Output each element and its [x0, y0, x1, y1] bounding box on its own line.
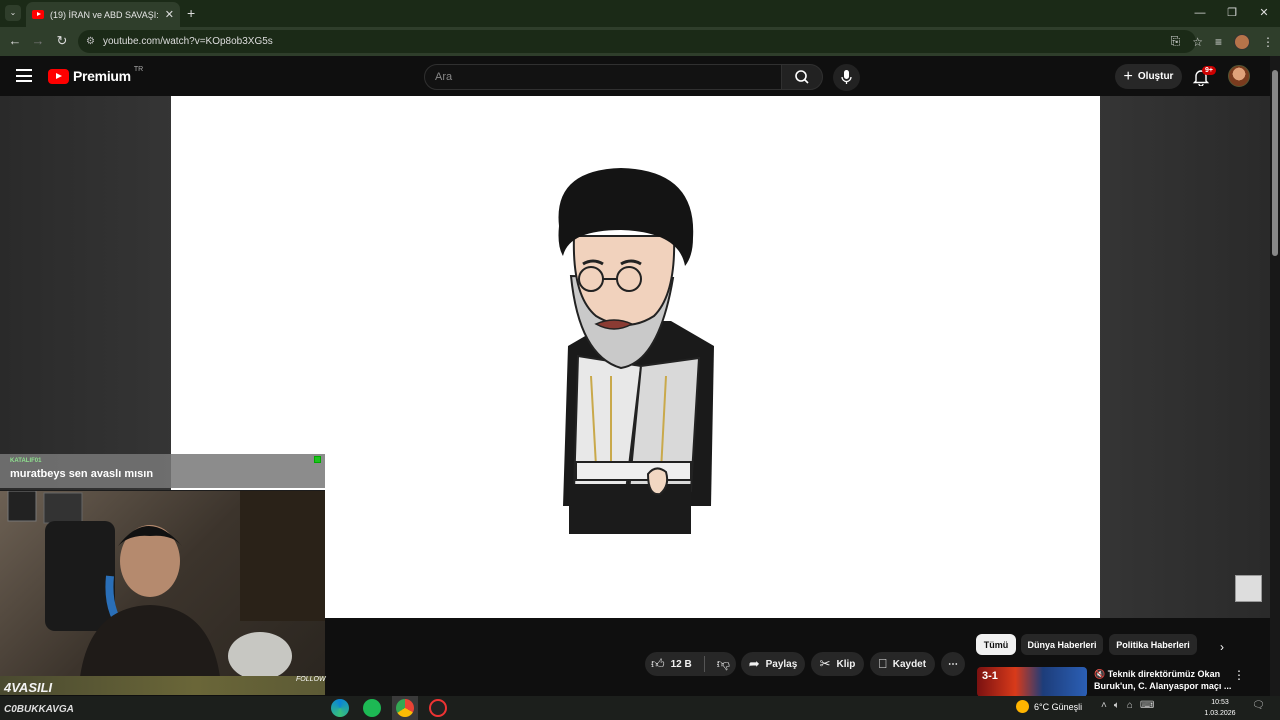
- more-actions-button[interactable]: ⋯: [941, 652, 965, 676]
- sun-icon: [1016, 700, 1029, 713]
- bookmark-icon: ⎕: [878, 656, 887, 671]
- streamer-webcam: [0, 490, 325, 676]
- save-label: Kaydet: [892, 658, 927, 670]
- chip-world-news[interactable]: Dünya Haberleri: [1021, 634, 1103, 655]
- toolbar-right: ⎘ ☆ ≡ ⋮: [1171, 30, 1274, 53]
- plus-icon: +: [1123, 67, 1133, 85]
- create-label: Oluştur: [1137, 71, 1174, 82]
- more-vertical-icon[interactable]: ⋮: [1233, 668, 1245, 682]
- browser-toolbar: ← → ↻ ⚙ youtube.com/watch?v=KOp8ob3XG5s …: [0, 27, 1280, 56]
- recommendation-thumbnail[interactable]: 3-1: [977, 667, 1087, 697]
- system-tray: ˄ 🔈︎ ⌂ ⌨: [1101, 700, 1154, 711]
- miniplayer-thumbnail[interactable]: [1235, 575, 1262, 602]
- account-avatar[interactable]: [1228, 65, 1250, 87]
- chrome-menu-icon[interactable]: ⋮: [1262, 35, 1274, 49]
- minimize-button[interactable]: —: [1184, 0, 1216, 27]
- taskbar-clock[interactable]: 10:53 1.03.2026: [1200, 697, 1240, 719]
- keyboard-icon[interactable]: ⌨: [1140, 700, 1154, 711]
- like-dislike-group: 👍︎ 12 B 👎︎: [645, 652, 736, 676]
- volume-icon[interactable]: 🔈︎: [1114, 700, 1120, 711]
- youtube-favicon-icon: [32, 10, 44, 19]
- webcam-scene: [7, 491, 325, 676]
- create-button[interactable]: + Oluştur: [1115, 64, 1182, 89]
- dislike-icon[interactable]: 👎︎: [717, 656, 730, 672]
- like-divider: [703, 656, 705, 672]
- more-horizontal-icon: ⋯: [948, 658, 958, 670]
- recommendation-title[interactable]: 🔇 Teknik direktörümüz Okan Buruk'un, C. …: [1094, 668, 1234, 692]
- chevron-right-icon[interactable]: ›: [1220, 640, 1224, 654]
- notification-badge: 9+: [1202, 66, 1216, 75]
- scissors-icon: ✂: [819, 656, 831, 671]
- streamer-handle: C0BUKKAVGA: [4, 704, 74, 715]
- forward-button[interactable]: →: [29, 33, 47, 48]
- chat-message: muratbeys sen avaslı mısın: [10, 468, 154, 480]
- clip-label: Klip: [836, 658, 856, 670]
- notification-center-icon[interactable]: 🗨︎: [1252, 700, 1265, 711]
- tab-search-button[interactable]: ⌄: [5, 5, 21, 21]
- url-text: youtube.com/watch?v=KOp8ob3XG5s: [102, 36, 273, 47]
- windows-taskbar: [0, 696, 1280, 720]
- address-bar[interactable]: ⚙ youtube.com/watch?v=KOp8ob3XG5s: [78, 30, 1196, 53]
- reload-button[interactable]: ↻: [53, 33, 71, 49]
- chat-username: KATALIF01: [10, 458, 42, 464]
- youtube-logo[interactable]: Premium TR: [48, 65, 144, 84]
- back-button[interactable]: ←: [6, 33, 24, 48]
- voice-search-button[interactable]: [833, 64, 860, 91]
- brand-name: Premium: [73, 68, 131, 84]
- youtube-play-icon: [48, 68, 69, 84]
- reading-list-icon[interactable]: ≡: [1215, 35, 1222, 49]
- share-icon: ➦: [748, 656, 760, 671]
- chat-badge-icon: [314, 456, 321, 463]
- tab-title: (19) İRAN ve ABD SAVAŞI: Türk: [50, 9, 161, 20]
- tray-chevron-icon[interactable]: ˄: [1101, 700, 1107, 711]
- save-button[interactable]: ⎕ Kaydet: [870, 652, 935, 676]
- like-icon[interactable]: 👍︎: [651, 656, 665, 672]
- install-app-icon[interactable]: ⎘: [1171, 34, 1181, 49]
- window-controls: — ❐ ✕: [1184, 0, 1280, 27]
- close-window-button[interactable]: ✕: [1248, 0, 1280, 27]
- weather-text: 6°C Güneşli: [1034, 701, 1083, 712]
- microphone-icon: [841, 70, 852, 84]
- app-icon[interactable]: [429, 699, 447, 717]
- weather-widget[interactable]: 6°C Güneşli: [1016, 700, 1082, 713]
- follow-label: FOLLOW: [296, 676, 326, 683]
- browser-tab-active[interactable]: (19) İRAN ve ABD SAVAŞI: Türk ✕: [26, 2, 180, 27]
- chip-politics-news[interactable]: Politika Haberleri: [1109, 634, 1197, 655]
- search-icon: [795, 70, 809, 84]
- search-input[interactable]: Ara: [424, 64, 782, 90]
- share-button[interactable]: ➦ Paylaş: [741, 652, 805, 676]
- clock-time: 10:53: [1211, 699, 1229, 706]
- network-icon[interactable]: ⌂: [1127, 700, 1133, 711]
- share-label: Paylaş: [765, 658, 798, 670]
- new-tab-button[interactable]: +: [187, 5, 195, 21]
- chip-all[interactable]: Tümü: [976, 634, 1016, 655]
- clock-date: 1.03.2026: [1204, 710, 1236, 717]
- profile-avatar[interactable]: [1234, 33, 1250, 50]
- bookmark-star-icon[interactable]: ☆: [1192, 35, 1203, 49]
- spotify-icon[interactable]: [363, 699, 381, 717]
- like-count[interactable]: 12 B: [671, 659, 692, 670]
- search-button[interactable]: [781, 64, 823, 90]
- region-code: TR: [133, 65, 144, 73]
- site-info-icon[interactable]: ⚙: [86, 36, 95, 47]
- streamer-name: 4VASILI: [4, 680, 53, 695]
- chrome-icon[interactable]: [396, 699, 414, 717]
- tab-close-icon[interactable]: ✕: [165, 8, 174, 21]
- menu-icon[interactable]: [16, 69, 32, 86]
- thumbnail-score: 3-1: [982, 670, 998, 682]
- edge-icon[interactable]: [331, 699, 349, 717]
- restore-button[interactable]: ❐: [1216, 0, 1248, 27]
- scrollbar-thumb[interactable]: [1272, 70, 1278, 256]
- clip-button[interactable]: ✂ Klip: [811, 652, 864, 676]
- youtube-header: Premium TR Ara + Oluştur 9+: [0, 56, 1270, 96]
